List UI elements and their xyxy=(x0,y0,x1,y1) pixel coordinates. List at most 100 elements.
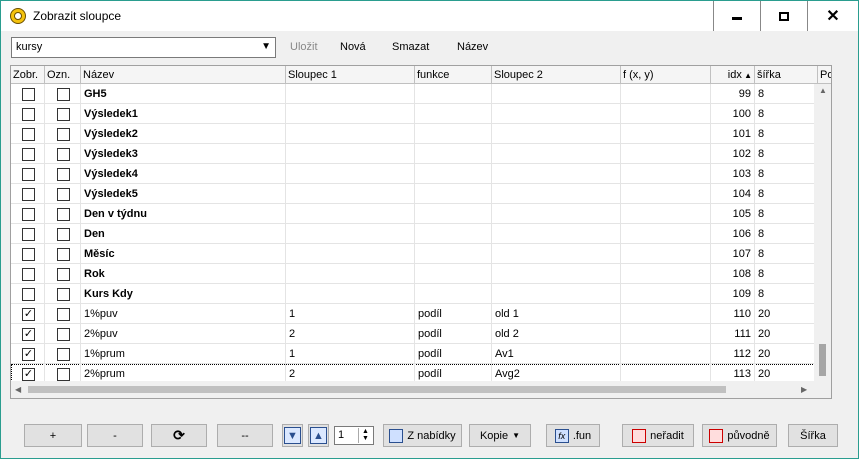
cell-column2[interactable] xyxy=(492,184,621,204)
cell-function[interactable] xyxy=(415,224,492,244)
show-checkbox[interactable]: ✓ xyxy=(22,368,35,381)
table-row[interactable]: ✓ 2%puv 2 podíl old 2 111 20 xyxy=(11,324,831,344)
table-row[interactable]: ✓ 1%puv 1 podíl old 1 110 20 xyxy=(11,304,831,324)
cell-idx[interactable]: 102 xyxy=(711,144,755,164)
cell-width[interactable]: 20 xyxy=(755,304,818,324)
mark-checkbox[interactable] xyxy=(57,308,70,321)
mark-checkbox[interactable] xyxy=(57,288,70,301)
cell-name[interactable]: Kurs Kdy xyxy=(81,284,286,304)
move-up-button[interactable]: ▲ xyxy=(308,424,329,447)
cell-width[interactable]: 8 xyxy=(755,224,818,244)
cell-idx[interactable]: 110 xyxy=(711,304,755,324)
cell-fxy[interactable] xyxy=(621,264,711,284)
cell-fxy[interactable] xyxy=(621,104,711,124)
cell-function[interactable]: podíl xyxy=(415,344,492,364)
width-button[interactable]: Šířka xyxy=(788,424,838,447)
cell-fxy[interactable] xyxy=(621,304,711,324)
cell-function[interactable] xyxy=(415,124,492,144)
cell-function[interactable] xyxy=(415,84,492,104)
table-row[interactable]: ✓ 1%prum 1 podíl Av1 112 20 xyxy=(11,344,831,364)
table-select[interactable]: kursy ▼ xyxy=(11,37,276,58)
mark-checkbox[interactable] xyxy=(57,348,70,361)
cell-column2[interactable] xyxy=(492,84,621,104)
cell-column1[interactable]: 1 xyxy=(286,304,415,324)
remove-row-button[interactable]: - xyxy=(87,424,143,447)
mark-checkbox[interactable] xyxy=(57,368,70,381)
show-checkbox[interactable]: ✓ xyxy=(22,308,35,321)
cell-column1[interactable]: 1 xyxy=(286,344,415,364)
cell-width[interactable]: 8 xyxy=(755,204,818,224)
column-header-mark[interactable]: Ozn. xyxy=(45,66,81,84)
cell-width[interactable]: 8 xyxy=(755,284,818,304)
cell-function[interactable] xyxy=(415,144,492,164)
cell-column1[interactable] xyxy=(286,84,415,104)
delete-button[interactable]: Smazat xyxy=(392,41,429,53)
cell-fxy[interactable] xyxy=(621,244,711,264)
cell-function[interactable] xyxy=(415,284,492,304)
cell-column1[interactable] xyxy=(286,224,415,244)
cell-column1[interactable] xyxy=(286,144,415,164)
cell-column2[interactable] xyxy=(492,124,621,144)
show-checkbox[interactable] xyxy=(22,228,35,241)
cell-width[interactable]: 8 xyxy=(755,144,818,164)
cell-name[interactable]: Výsledek3 xyxy=(81,144,286,164)
cell-column2[interactable]: old 1 xyxy=(492,304,621,324)
cell-column2[interactable]: old 2 xyxy=(492,324,621,344)
vertical-scrollbar[interactable]: ▲ xyxy=(814,84,831,381)
cell-name[interactable]: Výsledek2 xyxy=(81,124,286,144)
column-header-po[interactable]: Po xyxy=(818,66,831,84)
cell-name[interactable]: Výsledek4 xyxy=(81,164,286,184)
columns-grid[interactable]: Zobr. Ozn. Název Sloupec 1 funkce Sloupec 2f … xyxy=(10,65,832,399)
step-spinner[interactable]: 1 ▲ ▼ xyxy=(334,426,374,445)
column-header-column2[interactable]: Sloupec 2 xyxy=(492,66,621,84)
cell-column2[interactable] xyxy=(492,244,621,264)
table-row[interactable]: Výsledek2 101 8 xyxy=(11,124,831,144)
cell-fxy[interactable] xyxy=(621,204,711,224)
cell-idx[interactable]: 107 xyxy=(711,244,755,264)
cell-name[interactable]: Výsledek1 xyxy=(81,104,286,124)
cell-name[interactable]: Den v týdnu xyxy=(81,204,286,224)
show-checkbox[interactable] xyxy=(22,168,35,181)
vertical-scroll-thumb[interactable] xyxy=(819,344,826,376)
cell-column2[interactable] xyxy=(492,144,621,164)
show-checkbox[interactable] xyxy=(22,248,35,261)
cell-idx[interactable]: 108 xyxy=(711,264,755,284)
cell-fxy[interactable] xyxy=(621,344,711,364)
column-header-show[interactable]: Zobr. xyxy=(11,66,45,84)
cell-width[interactable]: 8 xyxy=(755,104,818,124)
column-header-function[interactable]: funkce xyxy=(415,66,492,84)
cell-width[interactable]: 20 xyxy=(755,344,818,364)
cell-column1[interactable] xyxy=(286,264,415,284)
cell-width[interactable]: 8 xyxy=(755,184,818,204)
mark-checkbox[interactable] xyxy=(57,248,70,261)
cell-column2[interactable] xyxy=(492,224,621,244)
refresh-button[interactable]: ⟳ xyxy=(151,424,207,447)
cell-function[interactable]: podíl xyxy=(415,304,492,324)
name-button[interactable]: Název xyxy=(457,41,488,53)
table-row[interactable]: Měsíc 107 8 xyxy=(11,244,831,264)
from-menu-button[interactable]: Z nabídky xyxy=(383,424,462,447)
table-row[interactable]: Rok 108 8 xyxy=(11,264,831,284)
cell-idx[interactable]: 106 xyxy=(711,224,755,244)
cell-idx[interactable]: 101 xyxy=(711,124,755,144)
cell-idx[interactable]: 105 xyxy=(711,204,755,224)
mark-checkbox[interactable] xyxy=(57,228,70,241)
mark-checkbox[interactable] xyxy=(57,88,70,101)
mark-checkbox[interactable] xyxy=(57,268,70,281)
close-button[interactable]: ✕ xyxy=(807,1,858,31)
cell-width[interactable]: 8 xyxy=(755,244,818,264)
move-down-button[interactable]: ▼ xyxy=(282,424,303,447)
cell-idx[interactable]: 112 xyxy=(711,344,755,364)
cell-column1[interactable] xyxy=(286,204,415,224)
scroll-up-icon[interactable]: ▲ xyxy=(819,86,827,95)
dash-button[interactable]: -- xyxy=(217,424,273,447)
column-header-column1[interactable]: Sloupec 1 xyxy=(286,66,415,84)
cell-name[interactable]: 2%puv xyxy=(81,324,286,344)
mark-checkbox[interactable] xyxy=(57,328,70,341)
cell-width[interactable]: 8 xyxy=(755,264,818,284)
cell-name[interactable]: Den xyxy=(81,224,286,244)
column-header-idx[interactable]: idx ▲ xyxy=(711,66,755,84)
cell-idx[interactable]: 99 xyxy=(711,84,755,104)
mark-checkbox[interactable] xyxy=(57,188,70,201)
cell-width[interactable]: 8 xyxy=(755,84,818,104)
